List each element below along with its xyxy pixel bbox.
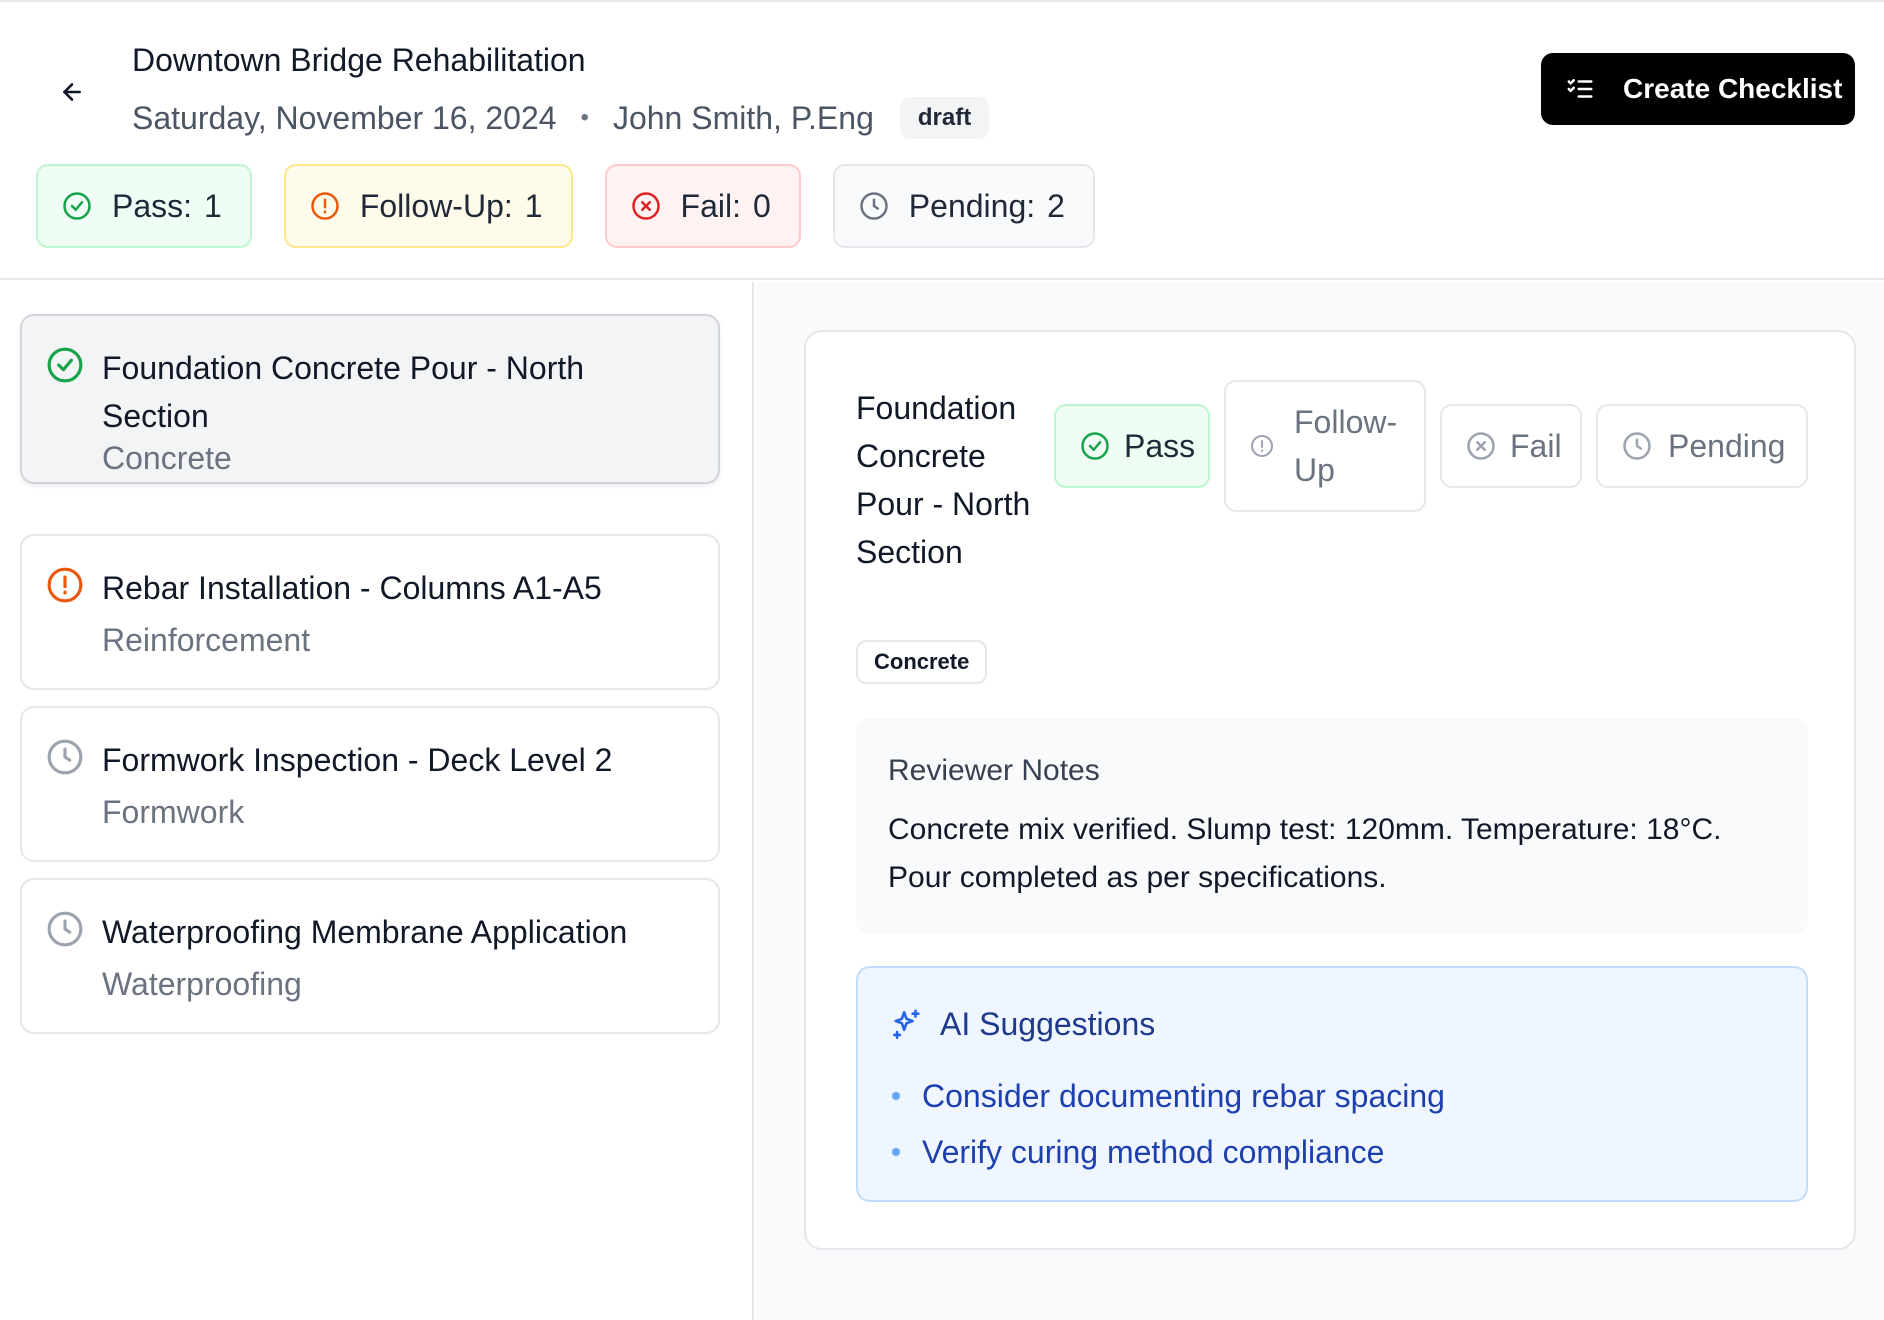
reviewer-notes-text: Concrete mix verified. Slump test: 120mm…: [888, 813, 1722, 894]
detail-pane: Foundation Concrete Pour - North Section…: [756, 282, 1884, 1320]
project-meta: Saturday, November 16, 2024 • John Smith…: [132, 96, 990, 140]
follow-up-label: Follow-Up:: [359, 187, 513, 224]
alert-circle-icon: [310, 191, 340, 221]
clock-icon: [46, 738, 84, 776]
arrow-left-icon: [63, 83, 81, 101]
reviewer-notes-heading: Reviewer Notes: [888, 754, 1100, 787]
inspection-date: Saturday, November 16, 2024: [132, 99, 557, 136]
list-item-name: Waterproofing Membrane Application: [102, 914, 628, 950]
list-item[interactable]: Foundation Concrete Pour - North Section…: [20, 314, 720, 484]
check-circle-icon: [62, 191, 92, 221]
bullet: [892, 1148, 900, 1156]
reviewer-notes: Reviewer Notes Concrete mix verified. Sl…: [856, 718, 1808, 934]
ai-suggestions-list: Consider documenting rebar spacing Verif…: [890, 1068, 1445, 1180]
status-fail-button[interactable]: Fail: [1440, 404, 1582, 488]
pass-label: Pass:: [112, 187, 193, 224]
status-follow-up-label: Follow-Up: [1294, 404, 1398, 488]
meta-separator: •: [580, 104, 589, 131]
check-circle-icon: [1080, 431, 1110, 461]
create-checklist-button[interactable]: Create Checklist: [1541, 53, 1855, 125]
status-pass-label: Pass: [1124, 427, 1196, 464]
item-detail-card: Foundation Concrete Pour - North Section…: [804, 330, 1856, 1250]
ai-suggestion-text: Consider documenting rebar spacing: [922, 1077, 1445, 1114]
list-item-name: Formwork Inspection - Deck Level 2: [102, 742, 613, 778]
list-item[interactable]: Waterproofing Membrane Application Water…: [20, 878, 720, 1034]
ai-suggestion[interactable]: Verify curing method compliance: [890, 1124, 1445, 1180]
fail-count: 0: [753, 187, 771, 224]
list-item-name: Foundation Concrete Pour - North Section: [102, 350, 585, 434]
list-item-category: Waterproofing: [102, 966, 302, 1002]
pass-count-chip: Pass: 1: [36, 164, 252, 248]
checklist-item-list: Foundation Concrete Pour - North Section…: [0, 282, 754, 1320]
inspector-name: John Smith, P.Eng: [612, 99, 874, 136]
fail-count-chip: Fail: 0: [604, 164, 801, 248]
clock-icon: [859, 191, 889, 221]
ai-suggestion-text: Verify curing method compliance: [922, 1133, 1385, 1170]
pending-count: 2: [1047, 187, 1065, 224]
ai-suggestions-panel: AI Suggestions Consider documenting reba…: [856, 966, 1808, 1202]
list-item-category: Reinforcement: [102, 622, 311, 658]
follow-up-count: 1: [524, 187, 543, 224]
status-pending-label: Pending: [1668, 427, 1786, 464]
list-item-category: Concrete: [102, 440, 232, 476]
status-badge: draft: [899, 97, 990, 139]
sparkles-icon: [890, 1008, 924, 1042]
status-pending-button[interactable]: Pending: [1596, 404, 1808, 488]
ai-suggestion[interactable]: Consider documenting rebar spacing: [890, 1068, 1445, 1124]
status-follow-up-button[interactable]: Follow-Up: [1224, 380, 1426, 512]
pass-count: 1: [204, 187, 222, 224]
alert-circle-icon: [1250, 434, 1274, 458]
ai-suggestions-heading: AI Suggestions: [890, 1006, 1155, 1043]
list-item-name: Rebar Installation - Columns A1-A5: [102, 570, 602, 606]
fail-label: Fail:: [680, 187, 741, 224]
list-checks-icon: [1565, 74, 1595, 104]
alert-circle-icon: [46, 566, 84, 604]
list-item[interactable]: Rebar Installation - Columns A1-A5 Reinf…: [20, 534, 720, 690]
clock-icon: [1622, 431, 1652, 461]
list-item[interactable]: Formwork Inspection - Deck Level 2 Formw…: [20, 706, 720, 862]
x-circle-icon: [1466, 431, 1496, 461]
check-circle-icon: [46, 346, 84, 384]
page-header: Downtown Bridge Rehabilitation Saturday,…: [0, 2, 1884, 280]
status-summary: Pass: 1 Follow-Up: 1 Fail: 0 Pending: 2: [36, 164, 1095, 248]
x-circle-icon: [631, 191, 661, 221]
status-pass-button[interactable]: Pass: [1054, 404, 1210, 488]
bullet: [892, 1092, 900, 1100]
clock-icon: [46, 910, 84, 948]
create-checklist-label: Create Checklist: [1623, 73, 1843, 104]
ai-suggestions-title: AI Suggestions: [940, 1006, 1156, 1042]
category-tag: Concrete: [856, 640, 988, 684]
back-button[interactable]: [50, 70, 94, 114]
follow-up-count-chip: Follow-Up: 1: [283, 164, 573, 248]
detail-title: Foundation Concrete Pour - North Section: [856, 390, 1031, 570]
pending-label: Pending:: [908, 187, 1036, 224]
list-item-category: Formwork: [102, 794, 245, 830]
status-fail-label: Fail: [1510, 427, 1562, 464]
pending-count-chip: Pending: 2: [832, 164, 1095, 248]
project-title: Downtown Bridge Rehabilitation: [132, 42, 586, 78]
